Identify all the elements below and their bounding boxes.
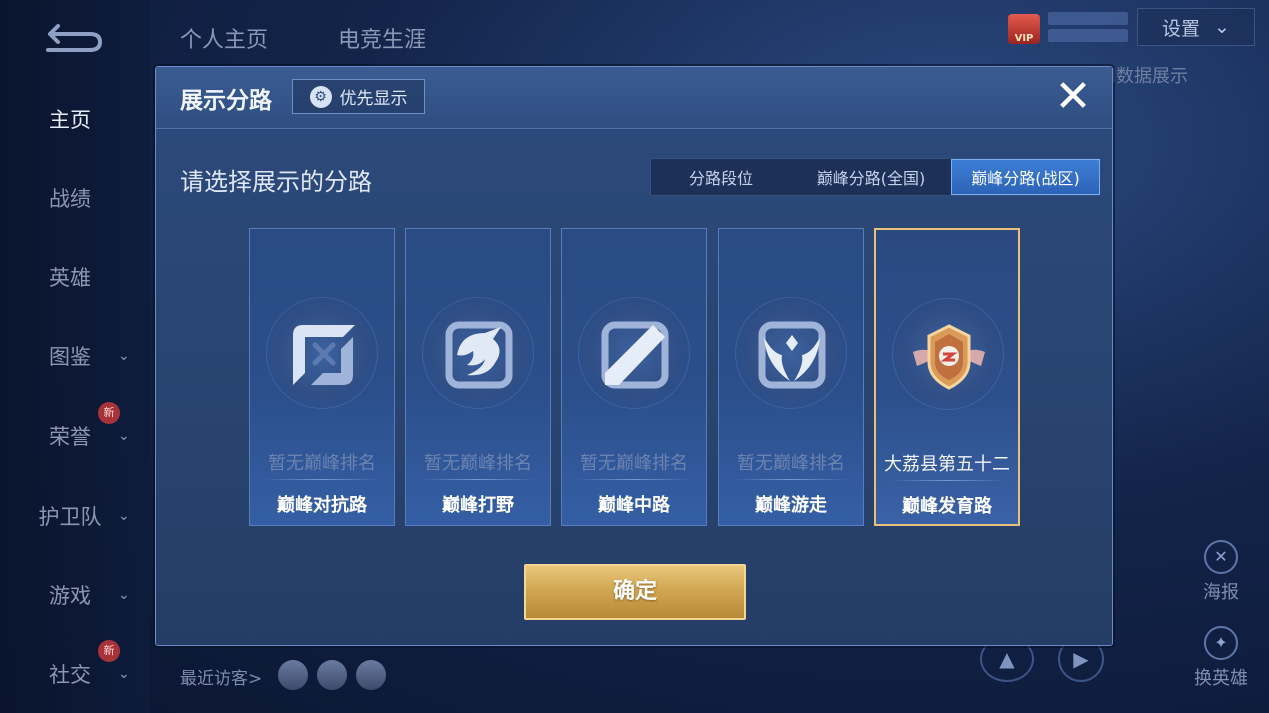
lane-name: 巅峰打野 — [442, 495, 514, 516]
lane-name: 巅峰发育路 — [902, 496, 992, 517]
peak-rank-text: 大荔县第五十二 — [884, 454, 1010, 475]
sidebar-item-label: 主页 — [49, 108, 91, 132]
tab-esports-career[interactable]: 电竞生涯 — [338, 22, 426, 54]
chevron-down-icon: ⌄ — [118, 428, 130, 444]
recent-visitors-link[interactable]: 最近访客> — [180, 664, 262, 689]
sidebar-item-label: 护卫队 — [38, 505, 102, 529]
back-arrow-icon — [46, 24, 102, 52]
sidebar-item-label: 图鉴 — [49, 345, 91, 369]
vip-info-line — [1048, 29, 1128, 42]
climb-icon: ▲ — [999, 647, 1015, 671]
lane-name: 巅峰中路 — [598, 495, 670, 516]
sidebar-item-label: 英雄 — [49, 266, 91, 290]
avatar[interactable] — [317, 660, 347, 690]
sidebar-item-label: 战绩 — [49, 187, 91, 211]
lane-card-jungle[interactable]: 暂无巅峰排名 巅峰打野 — [405, 228, 551, 526]
new-badge: 新 — [98, 402, 120, 424]
swap-hero-icon: ✦ — [1204, 626, 1238, 660]
card-divider — [576, 479, 692, 480]
sidebar-item-home[interactable]: 主页 — [30, 104, 140, 134]
sidebar-item-label: 社交 — [49, 663, 91, 687]
sidebar-item-honor[interactable]: 荣誉 ⌄ — [30, 421, 140, 451]
settings-label: 设置 — [1162, 17, 1201, 40]
lane-card-list: 暂无巅峰排名 巅峰对抗路 暂无巅峰排名 巅峰打野 暂无巅峰排名 巅峰中路 暂无巅… — [249, 228, 1022, 526]
lane-card-roam[interactable]: 暂无巅峰排名 巅峰游走 — [718, 228, 864, 526]
peak-rank-text: 暂无巅峰排名 — [580, 453, 688, 474]
swap-hero-label: 换英雄 — [1194, 668, 1248, 689]
lane-tabs: 分路段位 巅峰分路(全国) 巅峰分路(战区) — [650, 158, 1100, 196]
tab-peak-region[interactable]: 巅峰分路(战区) — [951, 159, 1100, 195]
sidebar-item-guard[interactable]: 护卫队 ⌄ — [30, 501, 140, 531]
roam-wings-icon — [758, 321, 826, 389]
poster-icon: ✕ — [1204, 540, 1238, 574]
vip-info-line — [1048, 12, 1128, 25]
priority-display-button[interactable]: ⚙ 优先显示 — [292, 79, 425, 114]
dialog-title: 展示分路 — [180, 88, 272, 114]
settings-button[interactable]: 设置 ⌄ — [1137, 8, 1255, 46]
lane-name: 巅峰对抗路 — [277, 495, 367, 516]
tab-lane-rank[interactable]: 分路段位 — [651, 159, 791, 195]
sidebar-item-codex[interactable]: 图鉴 ⌄ — [30, 341, 140, 371]
card-divider — [733, 479, 849, 480]
farm-lane-badge-icon — [913, 324, 985, 390]
lane-card-clash[interactable]: 暂无巅峰排名 巅峰对抗路 — [249, 228, 395, 526]
play-icon: ▶ — [1073, 647, 1089, 671]
confirm-button[interactable]: 确定 — [524, 564, 746, 620]
poster-label: 海报 — [1203, 582, 1239, 603]
avatar[interactable] — [278, 660, 308, 690]
gear-icon: ⚙ — [309, 85, 332, 108]
back-button[interactable] — [40, 20, 106, 58]
tab-peak-national[interactable]: 巅峰分路(全国) — [791, 159, 951, 195]
vip-badge: VIP — [1008, 14, 1040, 44]
sidebar-item-label: 荣誉 — [49, 425, 91, 449]
lane-card-farm[interactable]: 大荔县第五十二 巅峰发育路 — [874, 228, 1020, 526]
dialog-header: 展示分路 ⚙ 优先显示 ✕ — [156, 67, 1112, 129]
card-divider — [420, 479, 536, 480]
peak-rank-text: 暂无巅峰排名 — [268, 453, 376, 474]
close-button[interactable]: ✕ — [1050, 75, 1096, 121]
card-divider — [264, 479, 380, 480]
sidebar-item-heroes[interactable]: 英雄 — [30, 262, 140, 292]
chevron-down-icon: ⌄ — [118, 348, 130, 364]
sidebar-item-games[interactable]: 游戏 ⌄ — [30, 580, 140, 610]
peak-rank-text: 暂无巅峰排名 — [424, 453, 532, 474]
sidebar-item-social[interactable]: 社交 ⌄ — [30, 659, 140, 689]
lane-name: 巅峰游走 — [755, 495, 827, 516]
chevron-down-icon: ⌄ — [1214, 16, 1230, 38]
lane-card-mid[interactable]: 暂无巅峰排名 巅峰中路 — [561, 228, 707, 526]
sidebar-item-label: 游戏 — [49, 584, 91, 608]
poster-button[interactable]: ✕ 海报 — [1191, 540, 1251, 604]
card-divider — [890, 480, 1006, 481]
select-lane-prompt: 请选择展示的分路 — [180, 168, 372, 196]
chevron-down-icon: ⌄ — [118, 666, 130, 682]
lane-display-dialog: 展示分路 ⚙ 优先显示 ✕ 请选择展示的分路 分路段位 巅峰分路(全国) 巅峰分… — [155, 66, 1113, 646]
clash-lane-icon — [293, 325, 355, 385]
peak-rank-text: 暂无巅峰排名 — [737, 453, 845, 474]
priority-display-label: 优先显示 — [339, 89, 408, 109]
vip-panel[interactable]: VIP — [1008, 8, 1130, 44]
mid-lane-icon — [601, 321, 669, 389]
chevron-down-icon: ⌄ — [118, 587, 130, 603]
sidebar-item-record[interactable]: 战绩 — [30, 183, 140, 213]
tab-profile[interactable]: 个人主页 — [180, 22, 268, 54]
jungle-dragon-icon — [445, 321, 513, 389]
swap-hero-button[interactable]: ✦ 换英雄 — [1191, 626, 1251, 690]
chevron-down-icon: ⌄ — [118, 508, 130, 524]
new-badge: 新 — [98, 640, 120, 662]
avatar[interactable] — [356, 660, 386, 690]
close-icon: ✕ — [1054, 71, 1092, 122]
